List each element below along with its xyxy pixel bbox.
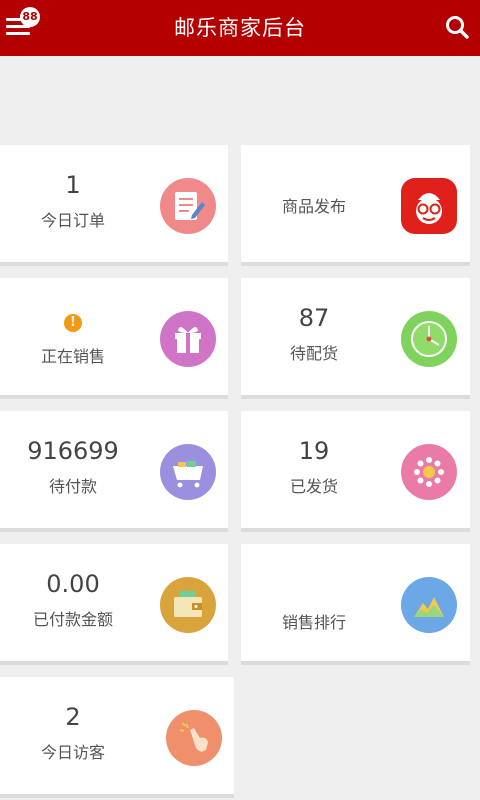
warning-icon: ! xyxy=(64,314,82,332)
card-today-visitors[interactable]: 2 今日访客 xyxy=(0,677,234,798)
cart-icon xyxy=(160,444,216,500)
today-orders-value: 1 xyxy=(65,171,81,199)
today-visitors-value: 2 xyxy=(65,703,81,731)
search-icon xyxy=(446,16,469,39)
coin-flower-icon xyxy=(401,444,457,500)
card-publish-product[interactable]: 商品发布 xyxy=(241,145,470,266)
card-today-orders[interactable]: 1 今日订单 xyxy=(0,145,228,266)
search-button[interactable] xyxy=(444,14,470,40)
clock-icon xyxy=(401,311,457,367)
to-allocate-value: 87 xyxy=(298,304,330,332)
publish-product-label: 商品发布 xyxy=(281,197,346,216)
today-visitors-label: 今日访客 xyxy=(40,743,105,762)
shipped-label: 已发货 xyxy=(289,477,338,496)
mascot-icon xyxy=(401,178,457,234)
order-list-icon xyxy=(160,178,216,234)
pointing-hand-icon xyxy=(166,710,222,766)
app-header: 88 邮乐商家后台 xyxy=(0,0,480,56)
wallet-icon xyxy=(160,577,216,633)
card-sales-ranking[interactable]: 销售排行 xyxy=(241,544,470,665)
to-allocate-label: 待配货 xyxy=(289,344,338,363)
paid-amount-label: 已付款金额 xyxy=(32,610,113,629)
card-to-allocate[interactable]: 87 待配货 xyxy=(241,278,470,399)
gift-icon xyxy=(160,311,216,367)
card-pending-payment[interactable]: 916699 待付款 xyxy=(0,411,228,532)
card-paid-amount[interactable]: 0.00 已付款金额 xyxy=(0,544,228,665)
mountain-chart-icon xyxy=(401,577,457,633)
pending-payment-value: 916699 xyxy=(27,437,119,465)
pending-payment-label: 待付款 xyxy=(48,477,97,496)
page-title: 邮乐商家后台 xyxy=(174,16,306,40)
card-on-sale[interactable]: ! 正在销售 xyxy=(0,278,228,399)
paid-amount-value: 0.00 xyxy=(46,570,100,598)
today-orders-label: 今日订单 xyxy=(40,211,105,230)
shipped-value: 19 xyxy=(298,437,330,465)
card-shipped[interactable]: 19 已发货 xyxy=(241,411,470,532)
sales-ranking-label: 销售排行 xyxy=(281,613,346,632)
on-sale-label: 正在销售 xyxy=(40,347,105,366)
